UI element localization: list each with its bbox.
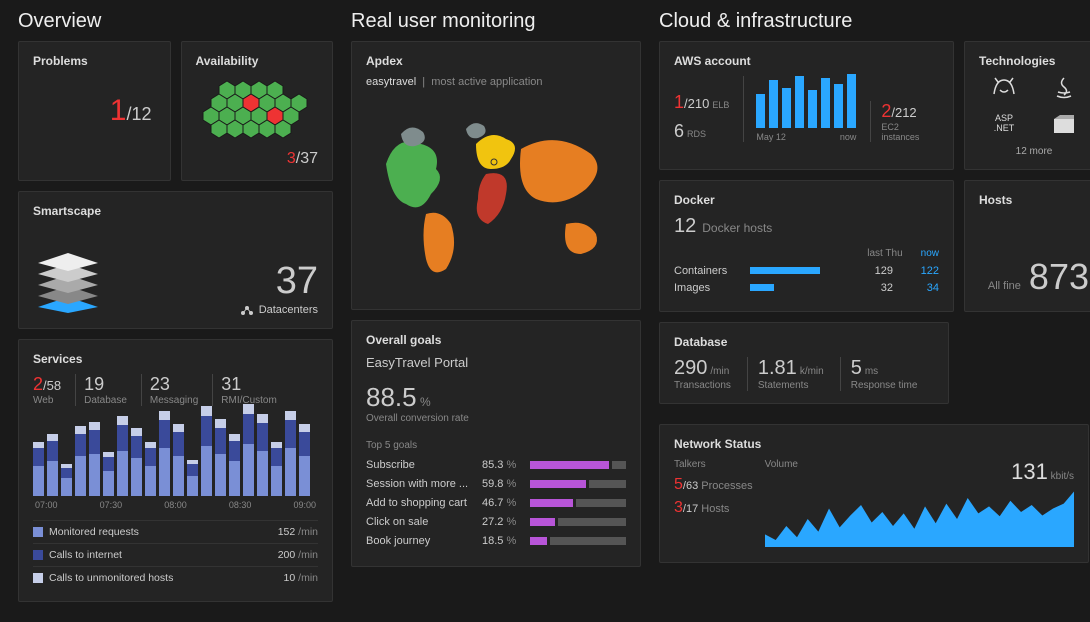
smartscape-value: 37	[241, 262, 318, 300]
db-stat: 5msResponse time	[840, 357, 918, 391]
smartscape-label: Datacenters	[259, 304, 318, 316]
aws-tile[interactable]: AWS account 1/210ELB 6RDS May 12now 2/21…	[659, 41, 954, 170]
aws-title: AWS account	[674, 54, 939, 68]
cloud-column: Cloud & infrastructure AWS account 1/210…	[659, 10, 1090, 612]
bar	[285, 411, 296, 496]
overview-column: Overview Problems 1/12 Availability	[18, 10, 333, 612]
bar	[61, 464, 72, 496]
goal-row: Add to shopping cart46.7 %	[366, 497, 626, 509]
other-tech-icon	[1050, 113, 1078, 140]
bar	[33, 442, 44, 496]
aspnet-icon: ASP.NET	[994, 113, 1015, 140]
services-bar-chart	[33, 416, 318, 496]
docker-title: Docker	[674, 193, 939, 207]
bar	[201, 406, 212, 496]
section-title-overview: Overview	[18, 10, 333, 33]
bar	[159, 411, 170, 496]
aws-bar-chart	[756, 76, 856, 128]
bar	[75, 426, 86, 496]
problems-title: Problems	[33, 54, 156, 68]
section-title-rum: Real user monitoring	[351, 10, 641, 33]
problems-total: /12	[126, 104, 151, 124]
technologies-tile[interactable]: Technologies ASP.NET 12 more	[964, 41, 1090, 170]
db-stat: 290/minTransactions	[674, 357, 731, 391]
bar	[299, 424, 310, 496]
bar	[243, 404, 254, 496]
hosts-title: Hosts	[979, 193, 1089, 207]
hosts-value: 873	[1029, 259, 1089, 295]
availability-total: /37	[296, 150, 318, 167]
legend-row: Calls to internet200 /min	[33, 543, 318, 566]
honeycomb-chart	[196, 76, 319, 146]
tech-more[interactable]: 12 more	[979, 146, 1089, 157]
service-stat: 23Messaging	[141, 374, 198, 406]
tomcat-icon	[990, 76, 1018, 103]
datacenter-icon	[241, 305, 253, 315]
docker-row: Containers129122	[674, 265, 939, 277]
bar	[103, 452, 114, 496]
network-tile[interactable]: Network Status Talkers 5/63 Processes 3/…	[659, 424, 1089, 563]
bar	[117, 416, 128, 496]
apdex-title: Apdex	[366, 54, 626, 68]
hosts-label: All fine	[988, 280, 1021, 292]
layers-icon	[33, 253, 103, 316]
network-title: Network Status	[674, 437, 1074, 451]
bar	[187, 460, 198, 496]
service-stat: 19Database	[75, 374, 127, 406]
goals-conversion: 88.5	[366, 382, 417, 412]
smartscape-tile[interactable]: Smartscape 37 Datacenters	[18, 191, 333, 329]
bar	[89, 422, 100, 496]
database-title: Database	[674, 335, 934, 349]
goals-conversion-label: Overall conversion rate	[366, 413, 626, 424]
bar	[229, 434, 240, 496]
problems-tile[interactable]: Problems 1/12	[18, 41, 171, 181]
goal-row: Book journey18.5 %	[366, 535, 626, 547]
service-stat: 31RMI/Custom	[212, 374, 277, 406]
goals-portal: EasyTravel Portal	[366, 355, 626, 370]
apdex-tile[interactable]: Apdex easytravel | most active applicati…	[351, 41, 641, 310]
database-tile[interactable]: Database 290/minTransactions 1.81k/minSta…	[659, 322, 949, 404]
problems-value: 1	[110, 94, 127, 127]
service-stat: 2/58Web	[33, 374, 61, 406]
bar	[131, 428, 142, 496]
goal-row: Click on sale27.2 %	[366, 516, 626, 528]
bar	[47, 434, 58, 496]
goals-tile[interactable]: Overall goals EasyTravel Portal 88.5 % O…	[351, 320, 641, 567]
smartscape-title: Smartscape	[33, 204, 318, 218]
hosts-tile[interactable]: Hosts All fine 873	[964, 180, 1090, 312]
goals-title: Overall goals	[366, 333, 626, 347]
java-icon	[1050, 76, 1078, 103]
legend-row: Calls to unmonitored hosts10 /min	[33, 566, 318, 589]
world-map	[366, 94, 626, 297]
apdex-subtitle: most active application	[431, 76, 542, 88]
bar	[271, 442, 282, 496]
db-stat: 1.81k/minStatements	[747, 357, 824, 391]
tech-title: Technologies	[979, 54, 1089, 68]
network-area-chart	[765, 487, 1074, 547]
legend-row: Monitored requests152 /min	[33, 520, 318, 543]
goals-top5-label: Top 5 goals	[366, 440, 626, 451]
docker-row: Images3234	[674, 282, 939, 294]
services-tile[interactable]: Services 2/58Web 19Database 23Messaging 31R…	[18, 339, 333, 602]
services-title: Services	[33, 352, 318, 366]
bar	[215, 419, 226, 496]
rum-column: Real user monitoring Apdex easytravel | …	[351, 10, 641, 612]
availability-title: Availability	[196, 54, 319, 68]
bar	[145, 442, 156, 496]
availability-tile[interactable]: Availability	[181, 41, 334, 181]
apdex-app: easytravel	[366, 76, 416, 88]
bar	[257, 414, 268, 496]
goal-row: Session with more ...59.8 %	[366, 478, 626, 490]
docker-tile[interactable]: Docker 12 Docker hosts last Thunow Conta…	[659, 180, 954, 312]
section-title-cloud: Cloud & infrastructure	[659, 10, 1090, 33]
bar	[173, 424, 184, 496]
availability-value: 3	[287, 150, 296, 167]
goal-row: Subscribe85.3 %	[366, 459, 626, 471]
